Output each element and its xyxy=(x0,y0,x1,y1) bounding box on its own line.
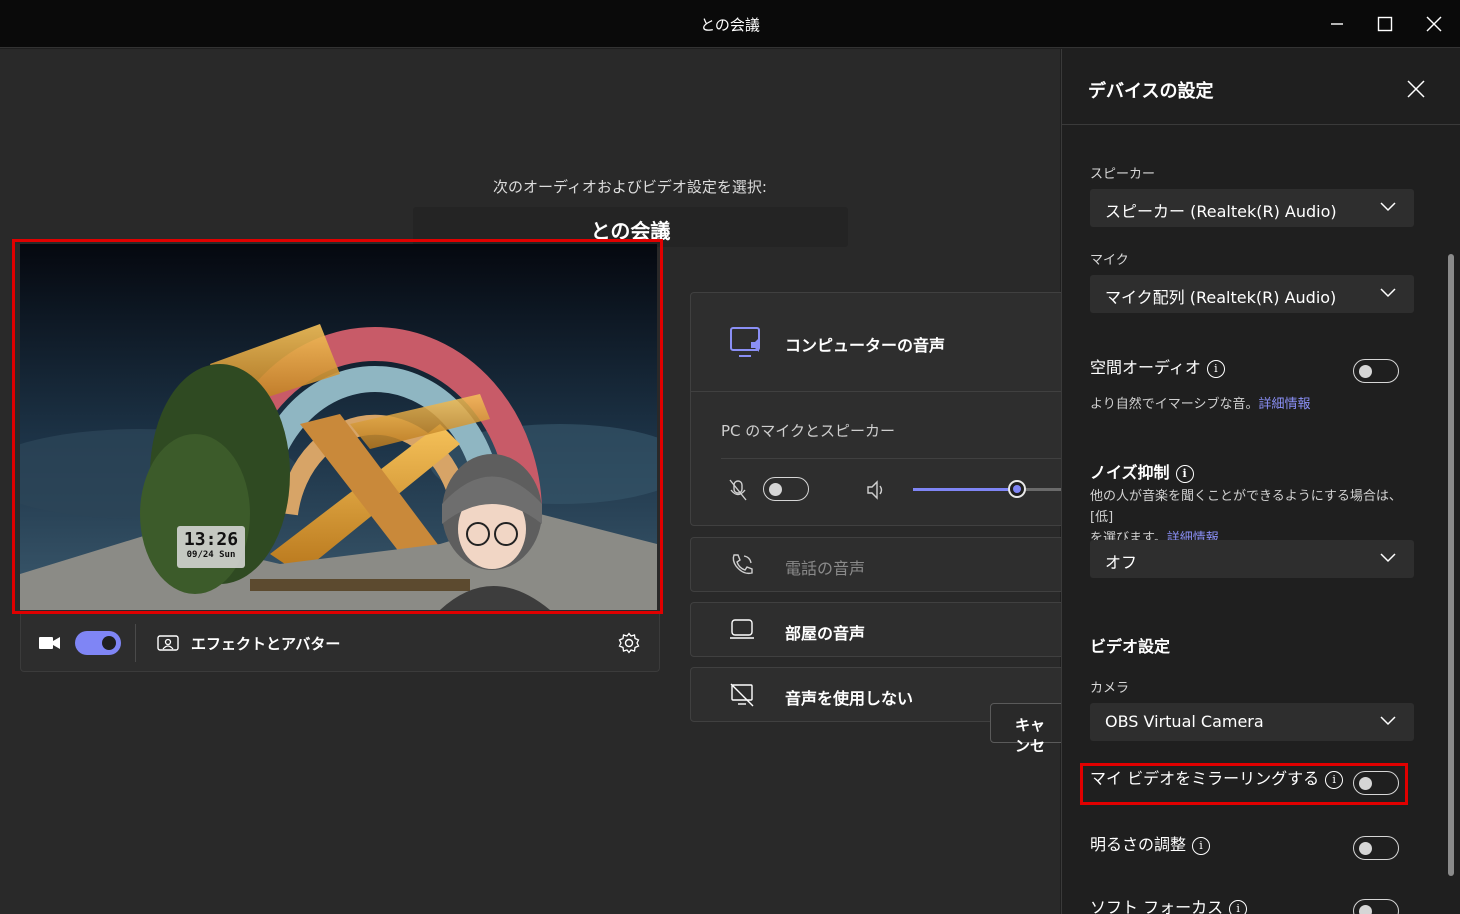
brightness-label: 明るさの調整 xyxy=(1090,835,1187,854)
camera-select[interactable]: OBS Virtual Camera xyxy=(1090,703,1414,741)
room-audio-label: 部屋の音声 xyxy=(785,624,866,643)
spatial-audio-details-link[interactable]: 詳細情報 xyxy=(1258,397,1310,412)
panel-header: デバイスの設定 xyxy=(1062,49,1460,125)
avatar-scene-image xyxy=(20,244,657,610)
speaker-icon xyxy=(867,480,883,500)
info-icon[interactable]: i xyxy=(1175,465,1194,483)
divider xyxy=(135,624,136,662)
chevron-down-icon xyxy=(1380,202,1396,212)
noise-suppression-label: ノイズ抑制 xyxy=(1090,463,1170,482)
prejoin-subtitle: 次のオーディオおよびビデオ設定を選択: xyxy=(492,178,767,196)
mic-label: マイク xyxy=(1090,253,1129,268)
phone-audio-option[interactable]: 電話の音声 xyxy=(690,537,1070,592)
chevron-down-icon xyxy=(1380,288,1396,298)
mic-toggle[interactable] xyxy=(763,477,809,501)
volume-slider-fill xyxy=(913,488,1017,491)
phone-audio-label: 電話の音声 xyxy=(785,559,866,578)
minimize-button[interactable] xyxy=(1317,8,1357,40)
speaker-label: スピーカー xyxy=(1090,167,1156,182)
camera-icon xyxy=(39,637,60,649)
spatial-audio-desc: より自然でイマーシブな音。 xyxy=(1090,397,1259,412)
phone-icon xyxy=(732,554,753,575)
close-panel-icon[interactable] xyxy=(1404,77,1428,101)
computer-audio-label: コンピューターの音声 xyxy=(785,336,946,355)
effects-label: エフェクトとアバター xyxy=(191,635,341,653)
mirror-highlight-box xyxy=(1080,763,1408,805)
computer-audio-icon xyxy=(730,327,760,357)
chevron-down-icon xyxy=(1380,716,1396,726)
no-audio-label: 音声を使用しない xyxy=(785,689,914,708)
volume-slider-thumb[interactable] xyxy=(1008,480,1026,498)
divider xyxy=(721,458,1071,459)
info-icon[interactable]: i xyxy=(1229,900,1248,914)
clock-date: 09/24 Sun xyxy=(186,550,236,560)
video-settings-heading: ビデオ設定 xyxy=(1090,637,1171,656)
maximize-button[interactable] xyxy=(1365,8,1405,40)
chevron-down-icon xyxy=(1380,553,1396,563)
spatial-audio-row: 空間オーディオ i xyxy=(1090,354,1225,378)
mic-off-icon xyxy=(729,479,747,501)
pc-mic-speaker-label: PC のマイクとスピーカー xyxy=(721,422,895,440)
brightness-row: 明るさの調整 i xyxy=(1090,831,1211,855)
divider xyxy=(691,391,1071,392)
room-audio-option[interactable]: 部屋の音声 xyxy=(690,602,1070,657)
noise-suppression-select[interactable]: オフ xyxy=(1090,540,1414,578)
close-window-button[interactable] xyxy=(1414,8,1454,40)
maximize-icon xyxy=(1377,16,1393,32)
video-preview-highlight: 13:26 09/24 Sun xyxy=(12,239,663,614)
effects-icon xyxy=(157,635,179,651)
info-icon[interactable]: i xyxy=(1206,360,1225,378)
spatial-audio-label: 空間オーディオ xyxy=(1090,358,1201,377)
spatial-audio-toggle[interactable] xyxy=(1353,359,1399,383)
title-bar: との会議 xyxy=(0,0,1460,48)
camera-value: OBS Virtual Camera xyxy=(1105,712,1264,731)
panel-scrollbar[interactable] xyxy=(1448,254,1454,876)
noise-suppression-row: ノイズ抑制 i xyxy=(1090,459,1194,483)
mic-value: マイク配列 (Realtek(R) Audio) xyxy=(1105,288,1337,307)
noise-desc-line1: 他の人が音楽を聞くことができるようにする場合は、[低] xyxy=(1090,489,1402,525)
speaker-value: スピーカー (Realtek(R) Audio) xyxy=(1105,202,1337,221)
panel-title: デバイスの設定 xyxy=(1088,81,1214,102)
soft-focus-label: ソフト フォーカス xyxy=(1090,898,1224,914)
clock-overlay: 13:26 09/24 Sun xyxy=(177,526,245,568)
camera-label: カメラ xyxy=(1090,681,1130,696)
close-icon xyxy=(1426,16,1442,32)
video-controls-bar: エフェクトとアバター xyxy=(20,614,660,672)
clock-time: 13:26 xyxy=(183,529,239,550)
mic-select[interactable]: マイク配列 (Realtek(R) Audio) xyxy=(1090,275,1414,313)
info-icon[interactable]: i xyxy=(1192,837,1211,855)
soft-focus-row: ソフト フォーカス i xyxy=(1090,894,1248,914)
computer-audio-card[interactable]: コンピューターの音声 PC のマイクとスピーカー xyxy=(690,292,1071,526)
room-device-icon xyxy=(730,619,754,639)
speaker-select[interactable]: スピーカー (Realtek(R) Audio) xyxy=(1090,189,1414,227)
window-title: との会議 xyxy=(700,16,760,34)
camera-toggle[interactable] xyxy=(75,631,121,655)
effects-avatars-button[interactable]: エフェクトとアバター xyxy=(157,631,341,657)
noise-value: オフ xyxy=(1105,553,1138,572)
video-preview: 13:26 09/24 Sun xyxy=(20,244,657,610)
brightness-toggle[interactable] xyxy=(1353,836,1399,860)
spatial-audio-desc-row: より自然でイマーシブな音。詳細情報 xyxy=(1090,394,1420,415)
minimize-icon xyxy=(1331,23,1343,25)
soft-focus-toggle[interactable] xyxy=(1353,899,1399,914)
no-audio-icon xyxy=(730,683,754,707)
gear-icon[interactable] xyxy=(618,632,640,654)
